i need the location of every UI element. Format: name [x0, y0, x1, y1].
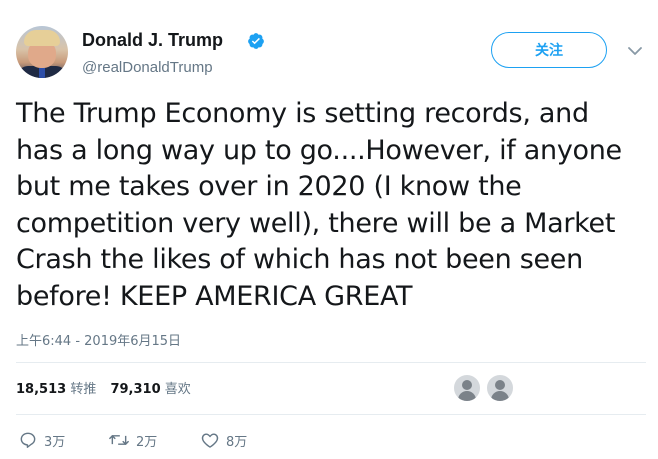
liker-avatar[interactable]	[486, 374, 514, 402]
tweet-text-line: before! KEEP AMERICA GREAT	[16, 280, 413, 312]
retweet-button[interactable]: 2万	[108, 430, 157, 450]
tweet-text-line: The Trump Economy is setting records, an…	[16, 98, 589, 129]
like-button[interactable]: 8万	[200, 430, 247, 450]
retweets-count[interactable]: 18,513	[16, 382, 66, 397]
verified-badge-icon	[248, 33, 264, 49]
retweets-label[interactable]: 转推	[70, 382, 96, 397]
tweet-card: Donald J. Trump @realDonaldTrump 关注 The …	[0, 0, 658, 459]
tweet-timestamp[interactable]: 上午6:44 - 2019年6月15日	[16, 330, 181, 349]
reply-button[interactable]: 3万	[18, 430, 65, 450]
tweet-text-line: but me takes over in 2020 (I know the	[16, 171, 522, 202]
reply-icon	[20, 432, 36, 448]
follow-button[interactable]: 关注	[491, 32, 607, 68]
retweet-icon	[109, 435, 129, 445]
like-count: 8万	[226, 434, 248, 450]
tweet-text: The Trump Economy is setting records, an…	[16, 96, 646, 315]
tweet-text-line: competition very well), there will be a …	[16, 207, 616, 239]
tweet-stats: 18,513 转推 79,310 喜欢	[16, 378, 191, 397]
author-avatar[interactable]	[16, 26, 68, 78]
likes-label[interactable]: 喜欢	[165, 382, 191, 397]
tweet-text-line: Crash the likes of which has not been se…	[16, 244, 583, 275]
likes-count[interactable]: 79,310	[110, 382, 160, 397]
author-display-name[interactable]: Donald J. Trump	[82, 30, 223, 51]
chevron-down-icon[interactable]	[626, 42, 644, 60]
heart-icon	[201, 433, 219, 448]
liker-avatar[interactable]	[453, 374, 481, 402]
divider	[16, 414, 646, 415]
author-handle[interactable]: @realDonaldTrump	[82, 59, 213, 76]
divider	[16, 362, 646, 363]
retweet-count: 2万	[136, 434, 158, 450]
tweet-text-line: has a long way up to go....However, if a…	[16, 134, 622, 166]
reply-count: 3万	[44, 434, 66, 450]
